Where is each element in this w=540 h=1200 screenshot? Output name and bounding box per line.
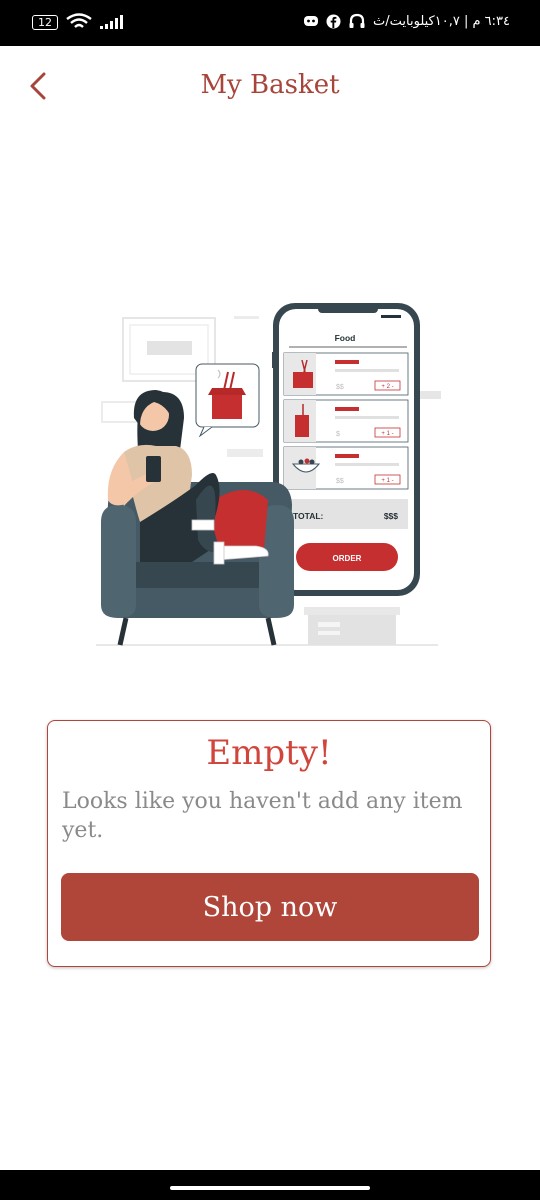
home-indicator[interactable] <box>170 1186 370 1190</box>
empty-basket-illustration: Food $$ + 2 - $ + 1 - $$ + 1 - TOTAL: $$… <box>96 303 441 646</box>
status-bar: 12 ٦:٣٤ م | ١٠,٧كيلوبايت/ث <box>0 0 540 46</box>
headphones-icon <box>349 13 365 28</box>
item-qty-3: + 1 - <box>381 478 393 484</box>
phone-screen-title: Food <box>335 333 356 343</box>
item-price-3: $$ <box>336 478 344 485</box>
item-qty-2: + 1 - <box>381 431 393 437</box>
total-label: TOTAL: <box>293 511 324 521</box>
battery-icon: 12 <box>32 14 58 30</box>
empty-message: Looks like you haven't add any item yet. <box>62 789 463 843</box>
page-title: My Basket <box>200 70 340 100</box>
facebook-icon <box>326 14 341 28</box>
wifi-icon <box>66 13 92 28</box>
order-label: ORDER <box>333 554 362 563</box>
status-time: ٦:٣٤ م | ١٠,٧كيلوبايت/ث <box>373 13 510 29</box>
shop-now-button[interactable]: Shop now <box>61 873 479 941</box>
item-qty-1: + 2 - <box>381 384 393 390</box>
signal-icon <box>100 15 123 29</box>
total-value: $$$ <box>384 511 398 521</box>
navigation-bar <box>0 1170 540 1200</box>
empty-state-card: Empty! Looks like you haven't add any it… <box>47 720 491 967</box>
item-price-1: $$ <box>336 384 344 391</box>
discord-icon <box>304 16 319 26</box>
empty-title: Empty! <box>206 733 332 773</box>
header: My Basket <box>0 60 540 114</box>
item-price-2: $ <box>336 431 340 438</box>
